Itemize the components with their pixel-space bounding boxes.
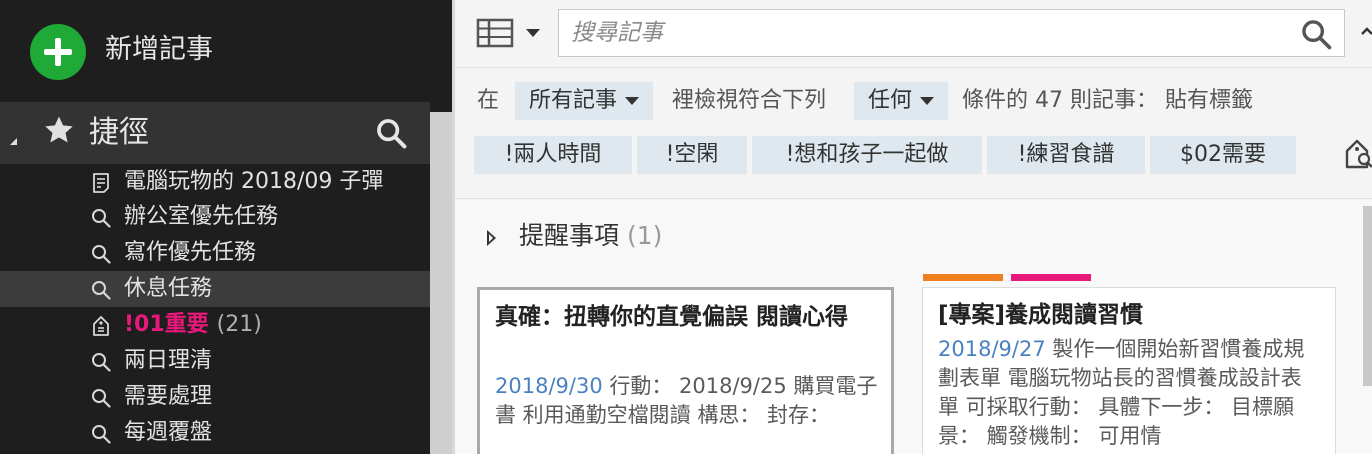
search-bar[interactable]	[558, 9, 1345, 57]
filter-tag[interactable]: !空閑	[637, 136, 747, 174]
new-note-button[interactable]: 新增記事	[0, 0, 452, 102]
new-note-label: 新增記事	[105, 34, 213, 65]
sidebar-scrollbar[interactable]	[430, 112, 452, 454]
shortcut-name: 辦公室優先任務	[124, 204, 279, 229]
scope-dropdown-label: 所有記事	[529, 88, 618, 113]
filter-mid-text: 裡檢視符合下列	[672, 88, 827, 113]
shortcuts-title: 捷徑	[89, 115, 149, 150]
note-card[interactable]: 真確：扭轉你的直覺偏誤 閱讀心得 2018/9/30 行動： 2018/9/25…	[477, 287, 894, 454]
note-title: [專案]養成閱讀習慣	[938, 302, 1144, 328]
scope-dropdown[interactable]: 所有記事	[515, 82, 654, 120]
search-icon	[90, 279, 112, 301]
sidebar-shortcut-label: 需要處理	[124, 381, 212, 413]
search-icon	[90, 351, 112, 373]
search-icon	[90, 423, 112, 445]
note-list: 提醒事項 (1) 真確：扭轉你的直覺偏誤 閱讀心得 2018/9/30 行動： 2…	[455, 200, 1372, 454]
sidebar: 新增記事 捷徑 電腦玩物的 2018/09 子彈 辦公室優先任務 寫作優先任務 休息任…	[0, 0, 452, 454]
sidebar-shortcut-label: 休息任務	[124, 273, 212, 305]
note-snippet: 2018/9/30 行動： 2018/9/25 購買電子書 利用通勤空檔閱讀 構…	[495, 372, 890, 430]
sidebar-shortcut-item[interactable]: !01重要 (21)	[0, 307, 430, 343]
filter-prefix-text: 在	[477, 88, 500, 113]
shortcut-name: 電腦玩物的 2018/09 子彈	[124, 169, 384, 194]
shortcut-name: 兩日理清	[124, 348, 213, 373]
sidebar-shortcut-label: 辦公室優先任務	[124, 201, 278, 233]
shortcut-name: 休息任務	[124, 276, 213, 301]
search-icon[interactable]	[1299, 17, 1333, 51]
expand-triangle-icon	[487, 230, 496, 246]
view-layout-icon[interactable]	[476, 18, 516, 48]
star-icon	[45, 116, 73, 143]
sidebar-shortcut-item[interactable]: 寫作優先任務	[0, 235, 430, 271]
main-panel: 在 所有記事 裡檢視符合下列 任何 條件的 47 則記事： 貼有標籤 !兩人時間…	[452, 0, 1372, 454]
shortcut-name: 寫作優先任務	[124, 240, 257, 265]
tag-icon	[90, 315, 112, 337]
shortcut-name: 需要處理	[124, 384, 213, 409]
reminders-label: 提醒事項 (1)	[519, 218, 662, 254]
note-card[interactable]: [專案]養成閱讀習慣 2018/9/27 製作一個開始新習慣養成規劃表單 電腦玩…	[922, 287, 1336, 454]
shortcut-name: 每週覆盤	[124, 420, 213, 445]
sidebar-shortcut-item[interactable]: 兩日理清	[0, 343, 430, 379]
search-input[interactable]	[571, 16, 1271, 50]
filter-tag[interactable]: !想和孩子一起做	[752, 136, 982, 174]
tag-search-icon[interactable]	[1343, 137, 1372, 171]
color-bar-pink	[1011, 274, 1091, 281]
sidebar-shortcut-item[interactable]: 電腦玩物的 2018/09 子彈	[0, 164, 430, 200]
reminders-count: (1)	[627, 221, 663, 250]
sidebar-shortcut-item[interactable]: 辦公室優先任務	[0, 199, 430, 235]
shortcuts-header[interactable]: 捷徑	[0, 102, 430, 164]
sidebar-shortcut-label: 寫作優先任務	[124, 237, 256, 269]
search-icon[interactable]	[374, 116, 408, 150]
chevron-down-icon	[625, 97, 640, 105]
filter-suffix-text: 條件的 47 則記事： 貼有標籤	[962, 88, 1253, 113]
chevron-down-icon	[920, 97, 935, 105]
note-snippet: 2018/9/27 製作一個開始新習慣養成規劃表單 電腦玩物站長的習慣養成設計表…	[938, 335, 1318, 451]
filter-tag[interactable]: !兩人時間	[474, 136, 632, 174]
note-date: 2018/9/27	[938, 337, 1046, 361]
sidebar-shortcut-label: 每週覆盤	[124, 417, 212, 449]
plus-icon	[30, 24, 86, 80]
view-dropdown-caret-icon[interactable]	[526, 29, 540, 37]
collapse-triangle-icon[interactable]	[10, 138, 17, 145]
filter-tag[interactable]: $02需要	[1150, 136, 1296, 174]
shortcut-count: (21)	[216, 312, 262, 337]
color-bar-orange	[923, 274, 1003, 281]
search-icon	[90, 243, 112, 265]
search-filter-bar: 在 所有記事 裡檢視符合下列 任何 條件的 47 則記事： 貼有標籤 !兩人時間…	[455, 69, 1372, 199]
sidebar-shortcut-item[interactable]: 每週覆盤	[0, 415, 430, 451]
note-title: 真確：扭轉你的直覺偏誤 閱讀心得	[495, 304, 849, 330]
filter-tag[interactable]: !練習食譜	[987, 136, 1145, 174]
toolbar	[455, 0, 1372, 68]
reminders-title: 提醒事項	[519, 221, 620, 250]
sidebar-shortcut-item[interactable]: 休息任務	[0, 271, 430, 307]
chevron-up-icon[interactable]	[1360, 24, 1372, 38]
match-dropdown[interactable]: 任何	[854, 82, 949, 120]
match-dropdown-label: 任何	[868, 88, 913, 113]
sidebar-shortcut-label: !01重要 (21)	[124, 309, 262, 341]
search-icon	[90, 207, 112, 229]
search-icon	[90, 387, 112, 409]
sidebar-shortcut-label: 兩日理清	[124, 345, 212, 377]
note-icon	[90, 172, 112, 194]
note-date: 2018/9/30	[495, 374, 603, 398]
note-list-scrollbar[interactable]	[1363, 206, 1372, 386]
sidebar-shortcut-item[interactable]: 需要處理	[0, 379, 430, 415]
shortcut-name: !01重要	[124, 312, 209, 337]
sidebar-shortcut-label: 電腦玩物的 2018/09 子彈	[124, 166, 383, 198]
